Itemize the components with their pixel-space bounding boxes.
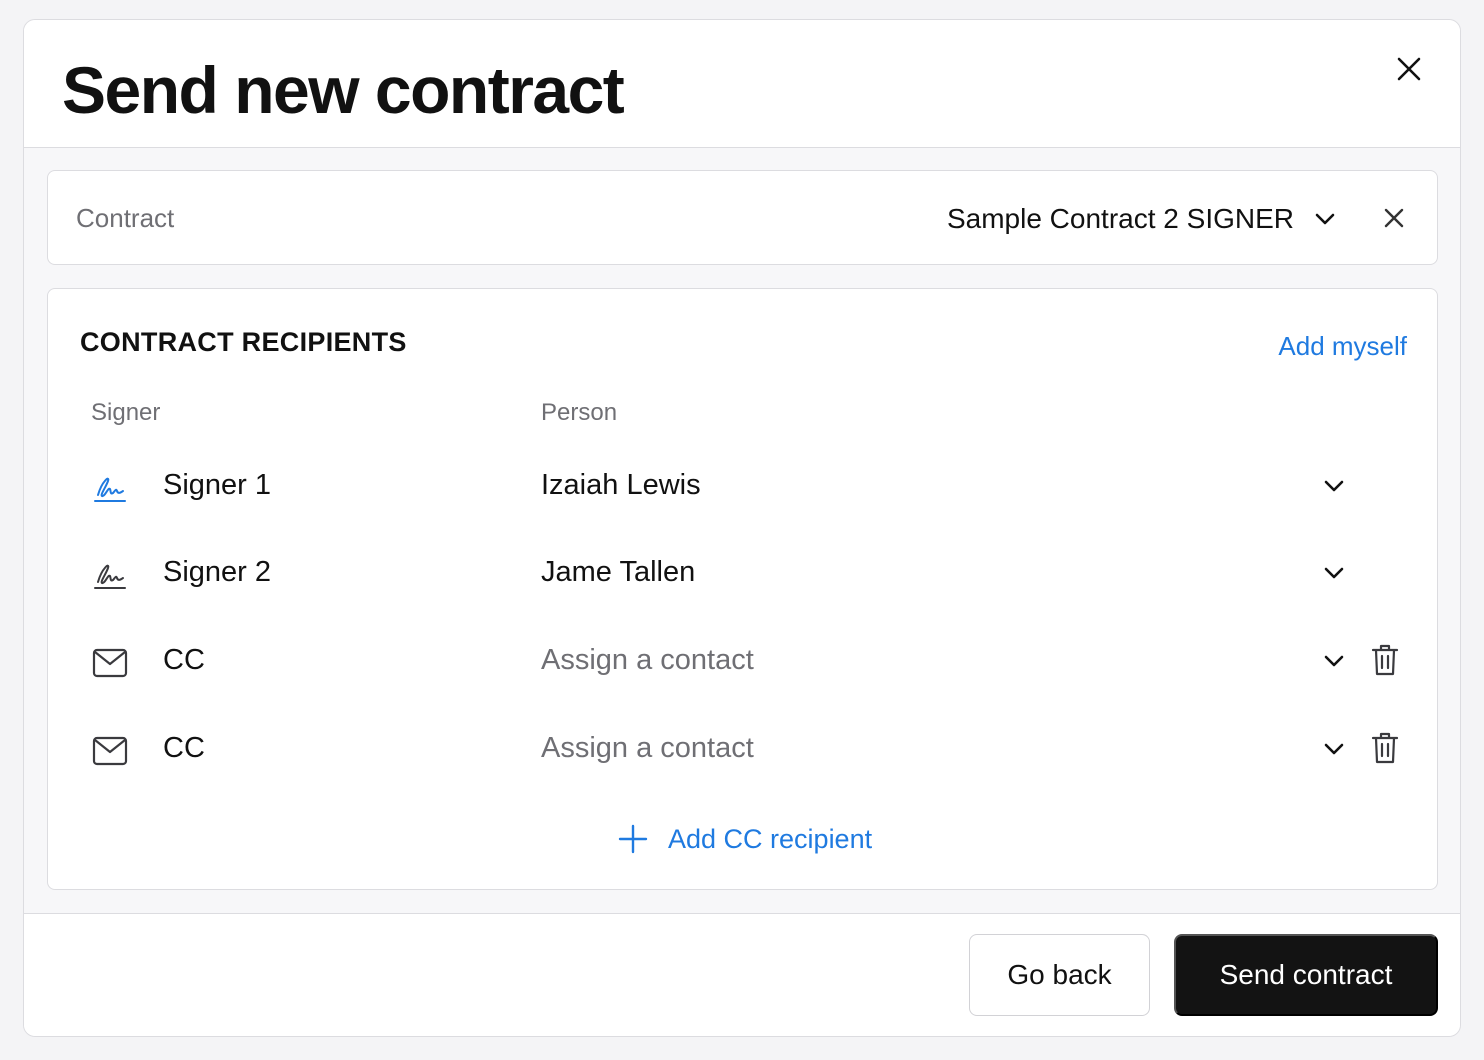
recipient-row: Signer 2 Jame Tallen — [48, 544, 1437, 604]
signature-icon — [92, 471, 128, 505]
person-select[interactable]: Assign a contact — [541, 632, 1347, 692]
recipient-role: Signer 1 — [163, 469, 272, 501]
person-select[interactable]: Assign a contact — [541, 720, 1347, 780]
add-cc-recipient-button[interactable]: Add CC recipient — [618, 819, 872, 859]
recipient-row: Signer 1 Izaiah Lewis — [48, 457, 1437, 517]
send-contract-button[interactable]: Send contract — [1174, 934, 1438, 1016]
chevron-down-icon — [1324, 480, 1344, 492]
add-cc-label: Add CC recipient — [668, 823, 873, 854]
plus-icon — [618, 824, 648, 854]
contract-label: Contract — [76, 203, 175, 233]
recipient-row: CC Assign a contact — [48, 632, 1437, 692]
modal-header: Send new contract — [24, 20, 1460, 148]
send-contract-modal: Send new contract Contract Sample Contra… — [23, 19, 1461, 1037]
person-value: Izaiah Lewis — [541, 469, 701, 501]
mail-icon — [92, 646, 128, 680]
contract-select[interactable]: Sample Contract 2 SIGNER — [808, 171, 1338, 266]
recipient-role: CC — [163, 732, 205, 764]
mail-icon — [92, 734, 128, 768]
clear-contract-icon[interactable] — [1381, 205, 1407, 231]
contract-field: Contract Sample Contract 2 SIGNER — [47, 170, 1438, 265]
recipient-row: CC Assign a contact — [48, 720, 1437, 780]
person-select[interactable]: Jame Tallen — [541, 544, 1347, 604]
chevron-down-icon — [1315, 213, 1335, 224]
close-icon[interactable] — [1394, 54, 1424, 84]
recipient-role: CC — [163, 644, 205, 676]
recipients-card: CONTRACT RECIPIENTS Add myself Signer Pe… — [47, 288, 1438, 890]
column-header-person: Person — [541, 399, 618, 426]
column-header-signer: Signer — [91, 399, 161, 426]
recipient-role: Signer 2 — [163, 556, 272, 588]
modal-title: Send new contract — [62, 53, 625, 127]
add-myself-link[interactable]: Add myself — [1278, 331, 1407, 362]
chevron-down-icon — [1324, 655, 1344, 667]
person-select[interactable]: Izaiah Lewis — [541, 457, 1347, 517]
go-back-button[interactable]: Go back — [969, 934, 1150, 1016]
signature-icon — [92, 558, 128, 592]
modal-footer: Go back Send contract — [24, 913, 1460, 1036]
person-placeholder: Assign a contact — [541, 644, 754, 676]
person-value: Jame Tallen — [541, 556, 696, 588]
chevron-down-icon — [1324, 743, 1344, 755]
section-title: CONTRACT RECIPIENTS — [80, 327, 407, 357]
chevron-down-icon — [1324, 567, 1344, 579]
contract-value: Sample Contract 2 SIGNER — [946, 202, 1294, 234]
trash-icon[interactable] — [1369, 642, 1401, 678]
person-placeholder: Assign a contact — [541, 732, 754, 764]
trash-icon[interactable] — [1369, 730, 1401, 766]
